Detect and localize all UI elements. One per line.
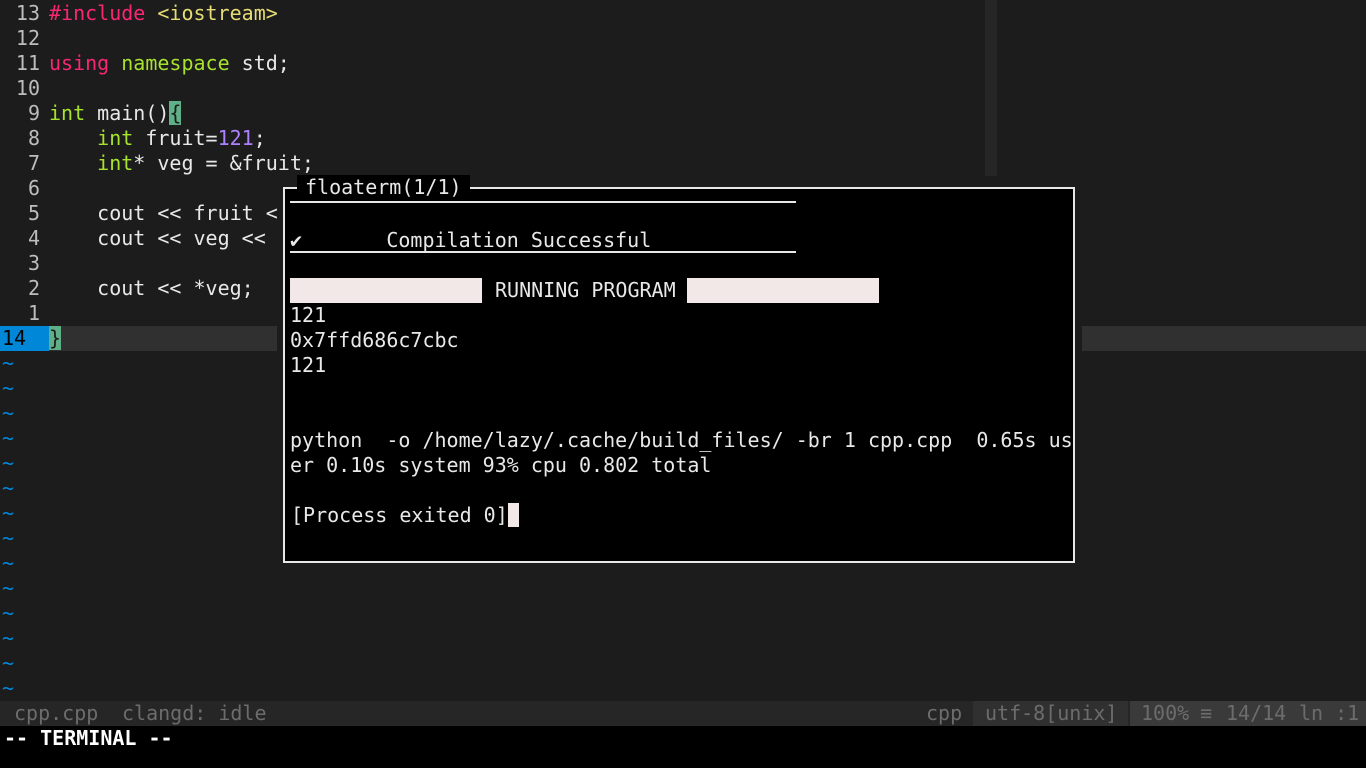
line-code: cout << *veg; <box>49 276 254 300</box>
line-code: int* veg = &fruit; <box>97 151 314 175</box>
tilde-marker: ~ <box>2 376 15 400</box>
running-program-label: RUNNING PROGRAM <box>495 278 676 302</box>
floaterm-window[interactable]: floaterm(1/1) ✔ Compilation Successful R… <box>283 175 1075 563</box>
process-exit-line[interactable]: [Process exited 0] <box>291 503 519 528</box>
code-line[interactable]: 13 #include <iostream> <box>0 1 278 26</box>
output-line: 121 <box>290 353 327 377</box>
line-number: 2 <box>27 276 40 300</box>
line-number: 4 <box>27 226 40 250</box>
line-number: 11 <box>15 51 40 75</box>
line-number: 13 <box>15 1 40 25</box>
divider-bottom <box>290 251 796 253</box>
line-number: 7 <box>27 151 40 175</box>
code-line[interactable]: 4 cout << veg << <box>0 226 277 251</box>
compile-message: Compilation Successful <box>386 228 652 252</box>
line-number: 10 <box>15 76 40 100</box>
code-line[interactable]: 3 <box>0 251 277 276</box>
tilde-marker: ~ <box>2 676 15 700</box>
filename: cpp.cpp <box>14 701 99 725</box>
compile-status-line: ✔ Compilation Successful <box>290 228 651 253</box>
tilde-marker: ~ <box>2 351 15 375</box>
color-column <box>985 0 997 176</box>
running-banner-left <box>290 278 482 303</box>
tilde-marker: ~ <box>2 576 15 600</box>
code-line[interactable]: 6 <box>0 176 277 201</box>
tilde-marker: ~ <box>2 626 15 650</box>
file-encoding: utf-8[unix] <box>985 701 1118 725</box>
terminal-cursor <box>507 503 519 527</box>
line-number: 1 <box>27 301 40 325</box>
filetype: cpp <box>926 701 963 725</box>
line-number: 8 <box>27 126 40 150</box>
scroll-percent: 100% <box>1141 701 1190 725</box>
code-line[interactable]: 2 cout << *veg; <box>0 276 277 301</box>
floaterm-title: floaterm(1/1) <box>297 175 470 200</box>
line-code: int main(){ <box>49 101 182 125</box>
output-line: 121 <box>290 303 327 327</box>
line-code: cout << fruit < <box>49 201 278 225</box>
code-line[interactable]: 1 <box>0 301 277 326</box>
line-number: 9 <box>27 101 40 125</box>
command-line[interactable]: -- TERMINAL -- <box>0 726 1366 768</box>
mode-indicator: -- TERMINAL -- <box>4 726 173 750</box>
divider-top <box>290 201 796 203</box>
code-line[interactable]: 7 int* veg = &fruit; <box>0 151 314 176</box>
cursor-line-highlight-right <box>1082 326 1366 351</box>
line-number: 12 <box>15 26 40 50</box>
running-banner-right <box>687 278 879 303</box>
tilde-marker: ~ <box>2 501 15 525</box>
statusline: cpp.cpp clangd: idle cpp utf-8[unix] 100… <box>0 701 1366 726</box>
tilde-marker: ~ <box>2 426 15 450</box>
timing-line: er 0.10s system 93% cpu 0.802 total <box>290 453 712 477</box>
line-code: cout << veg << <box>49 226 278 250</box>
column-position: ln :1 <box>1299 701 1360 725</box>
line-code: int fruit=121; <box>97 126 266 150</box>
line-code: #include <iostream> <box>49 1 278 25</box>
code-line[interactable]: 9 int main(){ <box>0 101 277 126</box>
tilde-marker: ~ <box>2 551 15 575</box>
tilde-marker: ~ <box>2 601 15 625</box>
line-code: using namespace std; <box>49 51 290 75</box>
vim-window: 13 #include <iostream> 12 11 using namespace… <box>0 0 1366 768</box>
tilde-marker: ~ <box>2 651 15 675</box>
code-line[interactable]: 12 <box>0 26 277 51</box>
current-line-code[interactable]: } <box>49 326 62 351</box>
tilde-marker: ~ <box>2 401 15 425</box>
line-number: 5 <box>27 201 40 225</box>
checkmark-icon: ✔ <box>290 228 303 252</box>
tilde-marker: ~ <box>2 451 15 475</box>
code-line[interactable]: 10 <box>0 76 277 101</box>
menu-icon: ≡ <box>1200 701 1213 725</box>
code-line[interactable]: 8 int fruit=121; <box>0 126 277 151</box>
line-number: 6 <box>27 176 40 200</box>
current-line-number: 14 <box>0 326 49 351</box>
output-line: 0x7ffd686c7cbc <box>290 328 459 352</box>
tilde-marker: ~ <box>2 476 15 500</box>
tilde-marker: ~ <box>2 526 15 550</box>
matching-bracket: } <box>49 326 62 350</box>
timing-line: python -o /home/lazy/.cache/build_files/… <box>290 428 1073 452</box>
code-line[interactable]: 5 cout << fruit < <box>0 201 278 226</box>
line-position: 14/14 <box>1226 701 1287 725</box>
lsp-status: clangd: idle <box>122 701 267 725</box>
process-exit-message: [Process exited 0] <box>291 503 508 527</box>
code-line[interactable]: 11 using namespace std; <box>0 51 290 76</box>
line-number: 3 <box>27 251 40 275</box>
